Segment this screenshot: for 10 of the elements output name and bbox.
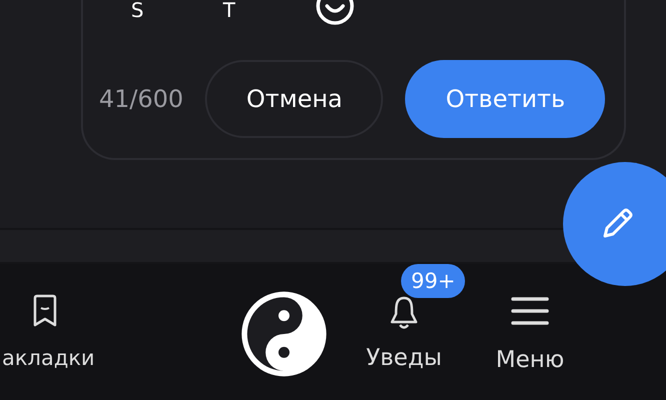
reply-button[interactable]: Ответить [405,60,606,138]
nav-label[interactable]: Меню [496,346,564,374]
format-button[interactable]: S [131,0,223,20]
nav-label[interactable]: Уведы [366,344,442,372]
notification-badge: 99+ [401,264,466,298]
character-counter: 41/600 [99,85,184,113]
cancel-button[interactable]: Отмена [205,60,384,138]
menu-icon[interactable] [511,296,549,326]
nav-label[interactable]: акладки [2,344,95,372]
format-button[interactable]: T [223,0,315,20]
